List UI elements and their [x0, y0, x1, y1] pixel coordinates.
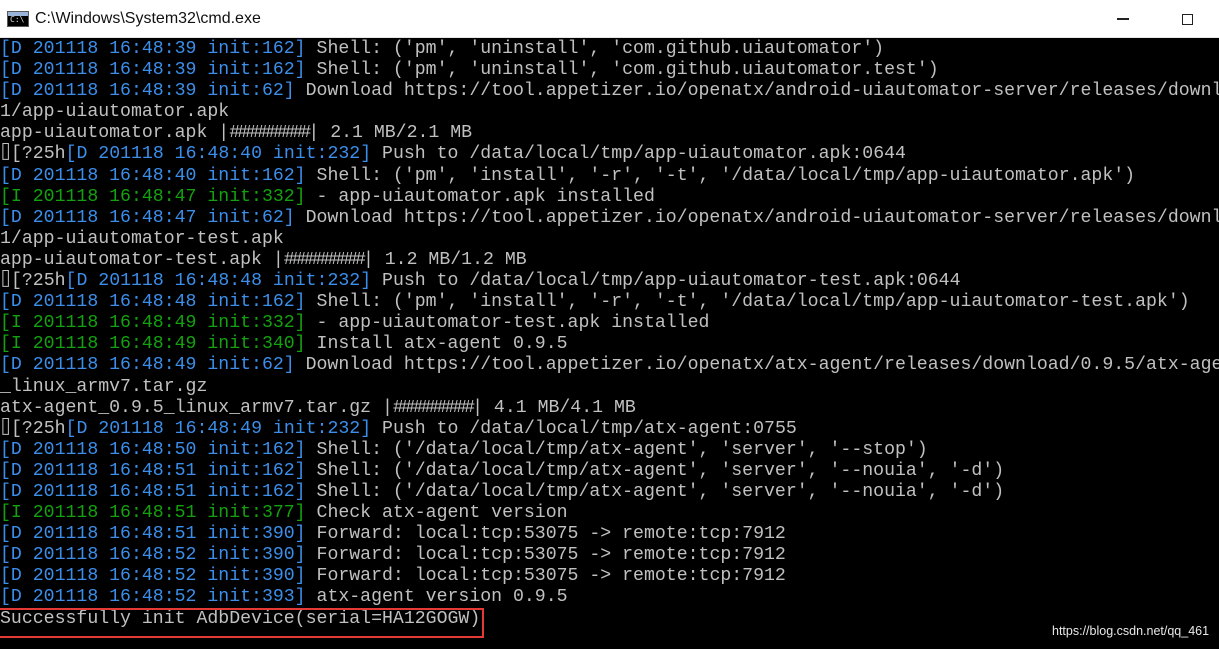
console-text: atx-agent_0.9.5_linux_armv7.tar.gz |: [0, 397, 393, 418]
console-output[interactable]: [D 201118 16:48:39 init:162] Shell: ('pm…: [0, 39, 1219, 649]
console-text: Install atx-agent 0.9.5: [305, 334, 568, 355]
minimize-icon: [1117, 18, 1129, 20]
console-text: Shell: ('pm', 'uninstall', 'com.github.u…: [305, 39, 885, 59]
console-text: [D 201118 16:48:51 init:162]: [0, 481, 306, 502]
console-text: [D 201118 16:48:48 init:232]: [65, 271, 372, 292]
console-line: app-uiautomator-test.apk |##########| 1.…: [0, 250, 1219, 271]
maximize-icon: [1181, 13, 1193, 25]
console-text: Shell: ('pm', 'install', '-r', '-t', '/d…: [305, 165, 1136, 186]
console-line: 1/app-uiautomator-test.apk: [0, 229, 1219, 250]
console-text: ⌷[?25h: [0, 271, 66, 292]
console-text: [D 201118 16:48:40 init:162]: [0, 165, 306, 186]
console-text: Push to /data/local/tmp/app-uiautomator-…: [371, 271, 961, 292]
console-text: [D 201118 16:48:52 init:390]: [0, 545, 306, 566]
console-line: [D 201118 16:48:39 init:162] Shell: ('pm…: [0, 60, 1219, 81]
console-line: atx-agent_0.9.5_linux_armv7.tar.gz |####…: [0, 398, 1219, 419]
console-line: [D 201118 16:48:51 init:162] Shell: ('/d…: [0, 482, 1219, 503]
console-text: | 1.2 MB/1.2 MB: [362, 249, 527, 270]
console-line: [D 201118 16:48:50 init:162] Shell: ('/d…: [0, 440, 1219, 461]
console-text: Forward: local:tcp:53075 -> remote:tcp:7…: [305, 566, 786, 587]
console-text: [D 201118 16:48:39 init:162]: [0, 60, 306, 81]
console-line: 1/app-uiautomator.apk: [0, 102, 1219, 123]
console-text: Shell: ('pm', 'install', '-r', '-t', '/d…: [305, 292, 1190, 313]
console-text: [D 201118 16:48:39 init:62]: [0, 81, 295, 102]
progress-bar: ##########: [283, 249, 366, 270]
console-line: [D 201118 16:48:52 init:390] Forward: lo…: [0, 566, 1219, 587]
console-text: Shell: ('/data/local/tmp/atx-agent', 'se…: [305, 439, 928, 460]
console-line: [I 201118 16:48:49 init:332] - app-uiaut…: [0, 313, 1219, 334]
console-text: [D 201118 16:48:49 init:232]: [65, 418, 372, 439]
console-text: Shell: ('/data/local/tmp/atx-agent', 'se…: [305, 460, 1005, 481]
console-line: [D 201118 16:48:39 init:62] Download htt…: [0, 81, 1219, 102]
console-line: [D 201118 16:48:48 init:162] Shell: ('pm…: [0, 292, 1219, 313]
console-text: Download https://tool.appetizer.io/opena…: [294, 355, 1219, 376]
console-text: [D 201118 16:48:52 init:393]: [0, 587, 306, 608]
console-line: Successfully init AdbDevice(serial=HA12G…: [0, 609, 1219, 630]
cmd-icon: [7, 10, 29, 27]
console-line: [D 201118 16:48:52 init:390] Forward: lo…: [0, 545, 1219, 566]
console-text: [I 201118 16:48:49 init:340]: [0, 334, 306, 355]
console-text: 1/app-uiautomator-test.apk: [0, 228, 284, 249]
console-text: [D 201118 16:48:48 init:162]: [0, 292, 306, 313]
console-text: [D 201118 16:48:39 init:162]: [0, 39, 306, 59]
console-text: Check atx-agent version: [305, 503, 568, 524]
maximize-button[interactable]: [1155, 0, 1219, 38]
console-text: ⌷[?25h: [0, 418, 66, 439]
console-text: | 2.1 MB/2.1 MB: [308, 123, 473, 144]
console-text: Push to /data/local/tmp/atx-agent:0755: [371, 418, 797, 439]
console-text: | 4.1 MB/4.1 MB: [472, 397, 636, 418]
console-text: Successfully init AdbDevice(serial=HA12G…: [0, 608, 481, 629]
console-text: [I 201118 16:48:47 init:332]: [0, 186, 306, 207]
console-text: ⌷[?25h: [0, 144, 66, 165]
console-text: Shell: ('pm', 'uninstall', 'com.github.u…: [305, 60, 939, 81]
console-text: Download https://tool.appetizer.io/opena…: [294, 81, 1219, 102]
console-text: Push to /data/local/tmp/app-uiautomator.…: [371, 144, 906, 165]
console-line: [D 201118 16:48:39 init:162] Shell: ('pm…: [0, 39, 1219, 60]
console-line: [D 201118 16:48:47 init:62] Download htt…: [0, 208, 1219, 229]
console-text: [D 201118 16:48:50 init:162]: [0, 439, 306, 460]
console-line: [D 201118 16:48:51 init:162] Shell: ('/d…: [0, 461, 1219, 482]
console-line: _linux_armv7.tar.gz: [0, 377, 1219, 398]
console-text: Forward: local:tcp:53075 -> remote:tcp:7…: [305, 545, 786, 566]
watermark: https://blog.csdn.net/qq_461: [1052, 624, 1210, 638]
console-line: ⌷[?25h[D 201118 16:48:48 init:232] Push …: [0, 271, 1219, 292]
console-text: - app-uiautomator-test.apk installed: [305, 313, 710, 334]
console-line: [I 201118 16:48:51 init:377] Check atx-a…: [0, 503, 1219, 524]
console-text: [D 201118 16:48:47 init:62]: [0, 207, 295, 228]
window-title: C:\Windows\System32\cmd.exe: [35, 9, 261, 27]
progress-bar: ##########: [392, 397, 475, 418]
console-text: app-uiautomator.apk |: [0, 123, 230, 144]
progress-bar: ##########: [229, 123, 311, 144]
console-text: [D 201118 16:48:49 init:62]: [0, 355, 295, 376]
console-text: app-uiautomator-test.apk |: [0, 249, 284, 270]
console-text: [I 201118 16:48:51 init:377]: [0, 503, 306, 524]
console-text: - app-uiautomator.apk installed: [305, 186, 655, 207]
console-line: [D 201118 16:48:52 init:393] atx-agent v…: [0, 587, 1219, 608]
console-text: Shell: ('/data/local/tmp/atx-agent', 'se…: [305, 481, 1005, 502]
console-text: _linux_armv7.tar.gz: [0, 376, 208, 397]
console-line: ⌷[?25h[D 201118 16:48:40 init:232] Push …: [0, 144, 1219, 165]
console-text: [D 201118 16:48:51 init:162]: [0, 460, 306, 481]
console-line: [I 201118 16:48:49 init:340] Install atx…: [0, 334, 1219, 355]
console-text: [D 201118 16:48:51 init:390]: [0, 524, 306, 545]
console-text: Forward: local:tcp:53075 -> remote:tcp:7…: [305, 524, 786, 545]
console-text: Download https://tool.appetizer.io/opena…: [294, 207, 1219, 228]
console-text: [D 201118 16:48:40 init:232]: [65, 144, 372, 165]
console-text: atx-agent version 0.9.5: [305, 587, 568, 608]
console-text: 1/app-uiautomator.apk: [0, 102, 230, 123]
console-text: [I 201118 16:48:49 init:332]: [0, 313, 306, 334]
console-line: ⌷[?25h[D 201118 16:48:49 init:232] Push …: [0, 419, 1219, 440]
console-line: [I 201118 16:48:47 init:332] - app-uiaut…: [0, 187, 1219, 208]
console-text: [D 201118 16:48:52 init:390]: [0, 566, 306, 587]
console-line: app-uiautomator.apk |##########| 2.1 MB/…: [0, 123, 1219, 144]
minimize-button[interactable]: [1091, 0, 1155, 38]
window-titlebar[interactable]: C:\Windows\System32\cmd.exe: [0, 0, 1219, 38]
console-line: [D 201118 16:48:40 init:162] Shell: ('pm…: [0, 166, 1219, 187]
console-line: [D 201118 16:48:49 init:62] Download htt…: [0, 355, 1219, 376]
console-line: [D 201118 16:48:51 init:390] Forward: lo…: [0, 524, 1219, 545]
window-controls: [1091, 0, 1219, 38]
